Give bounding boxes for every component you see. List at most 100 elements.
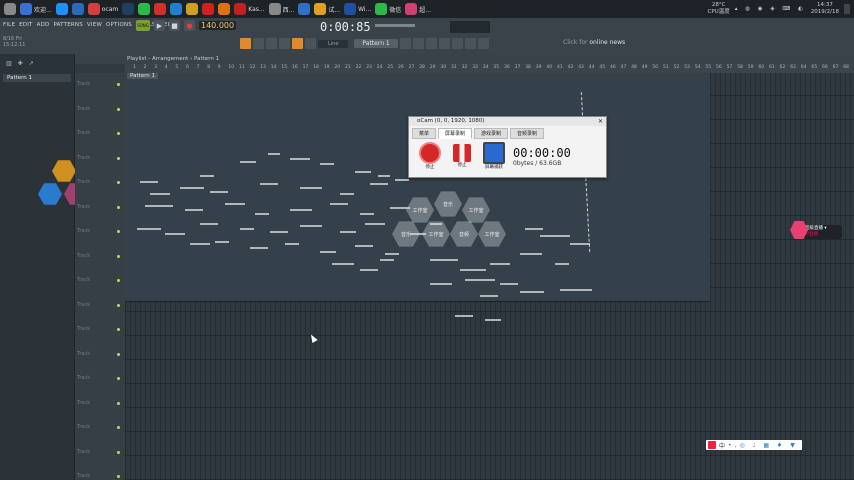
piano-roll-icon[interactable] — [412, 38, 424, 49]
track-label[interactable]: Track — [77, 155, 90, 161]
mixer-icon[interactable] — [305, 38, 316, 49]
channel-rack-icon[interactable] — [425, 38, 437, 49]
tray-icons[interactable]: ▴ ◍ ◉ ◈ ⌨ ◐ — [735, 6, 806, 12]
track-label[interactable]: Track — [77, 106, 90, 112]
online-news[interactable]: Click for online news — [563, 39, 625, 46]
track-label[interactable]: Track — [77, 253, 90, 259]
taskbar-app[interactable]: 超... — [405, 1, 431, 17]
ime-mode[interactable]: 中 — [719, 441, 725, 450]
taskbar-app[interactable] — [170, 1, 183, 17]
timeline-ruler[interactable]: 1 2 3 4 5 6 7 8 9 10 11 12 13 14 15 16 17 18 19 20 21 22 23 24 2… — [125, 64, 854, 73]
notification-icon[interactable] — [844, 4, 850, 14]
taskbar-app[interactable]: Wi... — [344, 1, 371, 17]
taskbar-app[interactable] — [186, 1, 199, 17]
master-volume[interactable] — [375, 24, 415, 27]
track-mute-led[interactable] — [117, 426, 120, 429]
browser-search-icon[interactable]: ↗ — [29, 60, 34, 67]
taskbar-app[interactable]: 试... — [314, 1, 340, 17]
playlist-icon[interactable] — [399, 38, 411, 49]
track-label[interactable]: Track — [77, 179, 90, 185]
track-mute-led[interactable] — [117, 475, 120, 478]
snap-select[interactable]: Line — [318, 39, 349, 48]
close-icon[interactable]: ✕ — [598, 117, 603, 126]
track-label[interactable]: Track — [77, 400, 90, 406]
track-mute-led[interactable] — [117, 450, 120, 454]
menu-item[interactable]: OPTIONS — [106, 22, 132, 28]
taskbar-app[interactable]: Kas... — [234, 1, 265, 17]
pattern-clip[interactable]: Pattern 1 — [125, 73, 710, 321]
menu-item[interactable]: ADD — [37, 22, 50, 28]
taskbar-app[interactable]: 西... — [268, 1, 294, 17]
stop-icon[interactable]: ■ — [169, 20, 180, 31]
track-label[interactable]: Track — [77, 204, 90, 210]
track-mute-led[interactable] — [117, 377, 120, 380]
menu-item[interactable]: PATTERNS — [53, 22, 82, 28]
browser-collapse-icon[interactable]: ✚ — [18, 60, 23, 67]
track-mute-led[interactable] — [117, 132, 120, 135]
track-mute-led[interactable] — [117, 205, 120, 209]
track-mute-led[interactable] — [117, 352, 120, 356]
browser-item[interactable]: Pattern 1 — [3, 74, 71, 82]
snap-icon[interactable] — [240, 38, 251, 49]
track-mute-led[interactable] — [117, 156, 120, 160]
pat-song-toggle[interactable]: SONG — [136, 20, 150, 31]
ime-toolbar[interactable]: 中 •,◎ ♩ ▦ ♦ ▼ — [706, 440, 802, 450]
tempo-display[interactable]: 140.000 — [199, 21, 237, 30]
taskbar-app[interactable]: 欢迎... — [20, 1, 52, 17]
track-label[interactable]: Track — [77, 326, 90, 332]
ocam-tab[interactable]: 音频录制 — [510, 128, 545, 139]
track-mute-led[interactable] — [117, 401, 120, 405]
loop-icon[interactable] — [266, 38, 277, 49]
menu-item[interactable]: EDIT — [19, 22, 33, 28]
menu-item[interactable]: VIEW — [87, 22, 102, 28]
track-label[interactable]: Track — [77, 449, 90, 455]
wand-icon[interactable] — [279, 38, 290, 49]
live-widget[interactable]: 超级直播 ▾ IP直播 — [790, 220, 846, 240]
taskbar-app[interactable] — [122, 1, 135, 17]
track-label[interactable]: Track — [77, 424, 90, 430]
screen-capture-button[interactable]: 屏幕捕获 — [481, 142, 507, 170]
taskbar-app[interactable] — [218, 1, 231, 17]
pattern-select[interactable]: Pattern 1 — [354, 39, 398, 48]
track-mute-led[interactable] — [117, 83, 120, 86]
taskbar-app[interactable] — [4, 1, 16, 17]
track-mute-led[interactable] — [117, 303, 120, 307]
taskbar-app[interactable] — [138, 1, 151, 17]
track-label[interactable]: Track — [77, 302, 90, 308]
taskbar-app[interactable] — [154, 1, 167, 17]
record-audio-icon[interactable] — [477, 38, 489, 49]
track-mute-led[interactable] — [117, 230, 120, 233]
track-mute-led[interactable] — [117, 279, 120, 282]
track-mute-led[interactable] — [117, 107, 120, 111]
taskbar-app[interactable] — [71, 1, 84, 17]
taskbar-app[interactable] — [55, 1, 68, 17]
plugin-icon[interactable] — [464, 38, 476, 49]
record-icon[interactable]: ● — [184, 20, 195, 31]
track-label[interactable]: Track — [77, 228, 90, 234]
clock[interactable]: 14:37 2019/2/18 — [811, 2, 839, 16]
track-label[interactable]: Track — [77, 130, 90, 136]
taskbar-app[interactable] — [298, 1, 311, 17]
track-mute-led[interactable] — [117, 181, 120, 184]
record-stop-button[interactable]: 停止 — [417, 142, 443, 170]
track-label[interactable]: Track — [77, 81, 90, 87]
pause-button[interactable]: 停止 — [449, 144, 475, 168]
browser-options-icon[interactable]: ▥ — [6, 60, 12, 67]
taskbar-app[interactable]: 微信 — [375, 1, 401, 17]
track-mute-led[interactable] — [117, 254, 120, 258]
arrow-icon[interactable] — [253, 38, 264, 49]
track-label[interactable]: Track — [77, 473, 90, 479]
ime-tool-icons[interactable]: •,◎ ♩ ▦ ♦ ▼ — [728, 442, 798, 449]
ocam-tab[interactable]: 屏幕录制 — [438, 128, 473, 139]
taskbar-app[interactable]: ocam — [87, 1, 118, 17]
taskbar-app[interactable] — [202, 1, 215, 17]
track-mute-led[interactable] — [117, 328, 120, 331]
ocam-tab[interactable]: 游戏录制 — [474, 128, 509, 139]
link-icon[interactable] — [292, 38, 303, 49]
menu-item[interactable]: FILE — [3, 22, 15, 28]
track-label[interactable]: Track — [77, 351, 90, 357]
track-label[interactable]: Track — [77, 375, 90, 381]
browser-icon[interactable] — [451, 38, 463, 49]
ocam-tab[interactable]: 菜单 — [412, 128, 437, 139]
track-label[interactable]: Track — [77, 277, 90, 283]
